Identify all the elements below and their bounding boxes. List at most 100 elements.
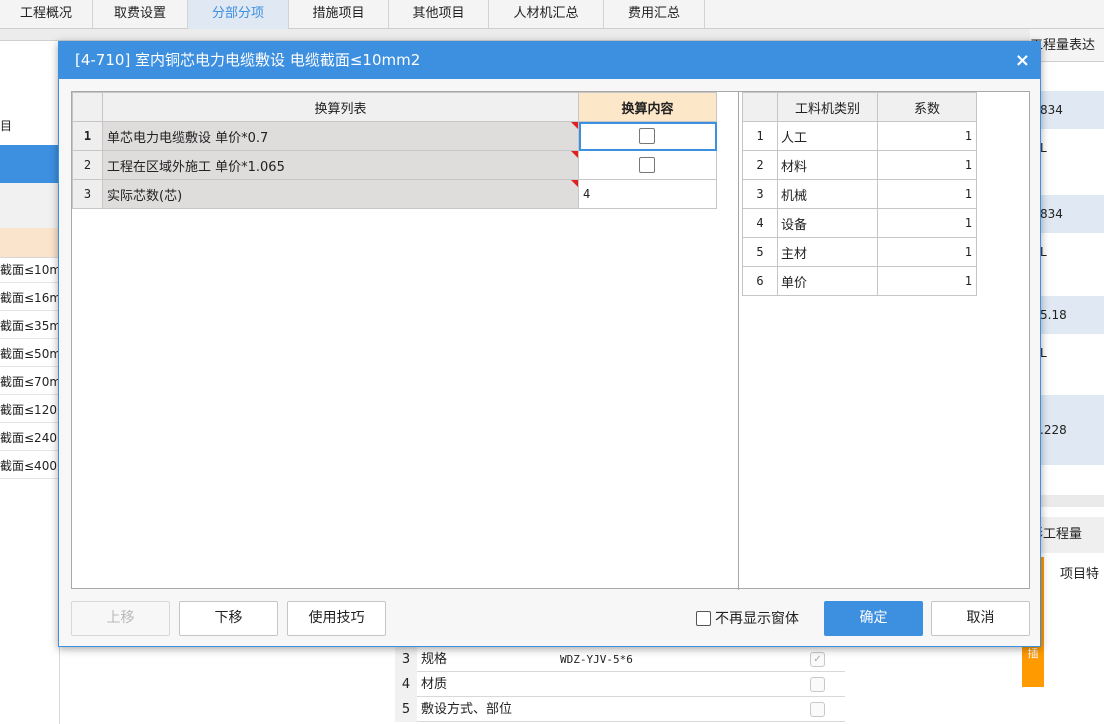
table-row[interactable]: 1 人工 1 [742, 121, 977, 151]
cancel-button[interactable]: 取消 [931, 601, 1030, 636]
tab-other-items[interactable]: 其他项目 [389, 0, 489, 29]
table-cell[interactable]: 834 [1030, 195, 1104, 233]
usage-tips-button[interactable]: 使用技巧 [287, 601, 386, 636]
table-row[interactable]: 6 单价 1 [742, 266, 977, 296]
row-number: 3 [742, 179, 778, 209]
table-row[interactable]: 5 敷设方式、部位 [395, 697, 845, 722]
coefficient-value[interactable]: 1 [877, 150, 977, 180]
output-checkbox[interactable] [810, 702, 825, 717]
table-row[interactable]: 4 材质 [395, 672, 845, 697]
dialog-body: 换算列表 换算内容 1 单芯电力电缆敷设 单价*0.7 2 工程在区域外施工 单… [71, 91, 1030, 590]
dialog-title: [4-710] 室内铜芯电力电缆敷设 电缆截面≤10mm2 [59, 42, 1040, 79]
feature-name: 规格 [421, 652, 448, 667]
conversion-dialog: [4-710] 室内铜芯电力电缆敷设 电缆截面≤10mm2 × 换算列表 换算内… [58, 41, 1041, 647]
table-cell[interactable]: L [1030, 129, 1104, 167]
no-show-again-checkbox[interactable] [696, 611, 711, 626]
table-row[interactable]: 3 机械 1 [742, 179, 977, 209]
coefficient-value[interactable]: 1 [877, 208, 977, 238]
panel-divider[interactable] [738, 92, 739, 590]
horizontal-scrollbar[interactable] [1030, 495, 1104, 507]
table-cell[interactable]: L [1030, 334, 1104, 372]
no-show-again-option[interactable]: 不再显示窗体 [696, 611, 799, 627]
row-number: 2 [742, 150, 778, 180]
table-cell[interactable]: .228 [1030, 395, 1104, 465]
material-coefficient-table: 工料机类别 系数 1 人工 1 2 材料 1 3 机械 1 4 设备 1 5 主… [742, 92, 977, 296]
graphic-quantity-header: 形工程量 [1030, 517, 1104, 553]
material-category: 机械 [777, 179, 878, 209]
conversion-name: 单芯电力电缆敷设 单价*0.7 [102, 121, 579, 151]
left-gray-row [0, 183, 60, 228]
move-up-button[interactable]: 上移 [71, 601, 170, 636]
table-row[interactable]: 5 主材 1 [742, 237, 977, 267]
background-right-panel: 工程量表达 834 L 834 L 5.18 L .228 形工程量 插 项目特 [1022, 29, 1104, 724]
material-category-header: 工料机类别 [777, 92, 878, 122]
list-item[interactable]: 截面≤240 [0, 426, 60, 451]
feature-value[interactable]: WDZ-YJV-5*6 [560, 647, 633, 672]
table-row[interactable]: 3 实际芯数(芯) 4 [72, 179, 717, 209]
item-feature-table: 3 规格 WDZ-YJV-5*6 ✓ 4 材质 5 敷设方式、部位 [395, 647, 845, 722]
output-checkbox[interactable] [810, 677, 825, 692]
tab-sub-items[interactable]: 分部分项 [188, 0, 289, 29]
quantity-expression-header: 工程量表达 [1030, 29, 1104, 62]
row-number: 5 [395, 697, 417, 722]
tab-cost-summary[interactable]: 费用汇总 [604, 0, 705, 29]
conversion-checkbox[interactable] [639, 128, 655, 144]
conversion-name-text: 单芯电力电缆敷设 单价*0.7 [107, 130, 269, 146]
coefficient-value[interactable]: 1 [877, 121, 977, 151]
coefficient-value[interactable]: 1 [877, 179, 977, 209]
table-cell[interactable]: L [1030, 233, 1104, 271]
conversion-list-header: 换算列表 [102, 92, 579, 122]
material-category: 主材 [777, 237, 878, 267]
row-number: 3 [72, 179, 103, 209]
row-number: 2 [72, 150, 103, 180]
conversion-content-cell[interactable]: 4 [578, 179, 717, 209]
no-show-again-label: 不再显示窗体 [715, 611, 799, 627]
list-item[interactable]: 截面≤400 [0, 454, 60, 479]
background-grid-header [0, 29, 1104, 41]
feature-name: 敷设方式、部位 [421, 702, 513, 717]
table-header-row: 换算列表 换算内容 [72, 92, 717, 122]
tab-labor-material-summary[interactable]: 人材机汇总 [489, 0, 604, 29]
conversion-name-text: 工程在区域外施工 单价*1.065 [107, 159, 285, 175]
row-number-header [72, 92, 103, 122]
list-item[interactable]: 截面≤70m [0, 370, 60, 395]
feature-name: 材质 [421, 677, 448, 692]
tab-project-overview[interactable]: 工程概况 [0, 0, 93, 29]
list-item[interactable]: 截面≤10m [0, 258, 60, 283]
coefficient-value[interactable]: 1 [877, 237, 977, 267]
table-row[interactable]: 4 设备 1 [742, 208, 977, 238]
material-category: 材料 [777, 150, 878, 180]
list-item[interactable]: 截面≤16m [0, 286, 60, 311]
move-down-button[interactable]: 下移 [179, 601, 278, 636]
material-category: 单价 [777, 266, 878, 296]
core-count-input[interactable]: 4 [579, 187, 590, 201]
conversion-content-cell[interactable] [578, 121, 717, 151]
conversion-checkbox[interactable] [639, 157, 655, 173]
row-number-header [742, 92, 778, 122]
output-checkbox[interactable]: ✓ [810, 652, 825, 667]
table-row[interactable]: 2 材料 1 [742, 150, 977, 180]
tab-fee-settings[interactable]: 取费设置 [93, 0, 188, 29]
list-item[interactable]: 截面≤120 [0, 398, 60, 423]
tab-measures[interactable]: 措施项目 [289, 0, 389, 29]
list-item[interactable]: 截面≤50m [0, 342, 60, 367]
conversion-name: 工程在区域外施工 单价*1.065 [102, 150, 579, 180]
close-icon[interactable]: × [1015, 42, 1030, 79]
table-cell[interactable]: 5.18 [1030, 296, 1104, 334]
conversion-content-cell[interactable] [578, 150, 717, 180]
left-panel-label: 目 [0, 119, 13, 133]
table-header-row: 工料机类别 系数 [742, 92, 977, 122]
table-row[interactable]: 1 单芯电力电缆敷设 单价*0.7 [72, 121, 717, 151]
coefficient-header: 系数 [877, 92, 977, 122]
ok-button[interactable]: 确定 [824, 601, 923, 636]
table-row[interactable]: 2 工程在区域外施工 单价*1.065 [72, 150, 717, 180]
list-item[interactable]: 截面≤35m [0, 314, 60, 339]
coefficient-value[interactable]: 1 [877, 266, 977, 296]
table-cell[interactable]: 834 [1030, 91, 1104, 129]
row-number: 4 [395, 672, 417, 697]
red-marker-icon [571, 122, 578, 129]
table-row[interactable]: 3 规格 WDZ-YJV-5*6 ✓ [395, 647, 845, 672]
left-selected-row[interactable] [0, 145, 60, 183]
main-tab-bar: 工程概况 取费设置 分部分项 措施项目 其他项目 人材机汇总 费用汇总 [0, 0, 1104, 29]
left-header-row [0, 228, 60, 258]
